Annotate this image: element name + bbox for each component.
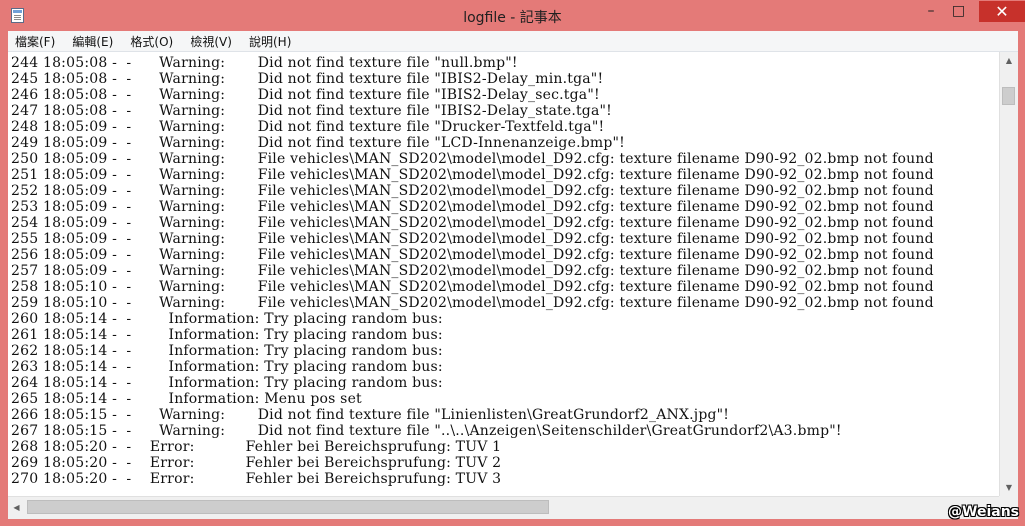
log-line: 245 18:05:08 - - Warning: Did not find t… <box>11 71 604 87</box>
window-title: logfile - 記事本 <box>463 10 562 26</box>
log-line: 258 18:05:10 - - Warning: File vehicles\… <box>11 279 934 295</box>
log-line: 269 18:05:20 - - Error: Fehler bei Berei… <box>11 455 502 471</box>
log-line: 265 18:05:14 - - Information: Menu pos s… <box>11 391 362 407</box>
log-line: 253 18:05:09 - - Warning: File vehicles\… <box>11 199 934 215</box>
maximize-button[interactable]: □ <box>945 1 972 22</box>
log-line: 252 18:05:09 - - Warning: File vehicles\… <box>11 183 934 199</box>
log-line: 248 18:05:09 - - Warning: Did not find t… <box>11 119 605 135</box>
log-line: 268 18:05:20 - - Error: Fehler bei Berei… <box>11 439 502 455</box>
log-line: 246 18:05:08 - - Warning: Did not find t… <box>11 87 600 103</box>
menu-view[interactable]: 檢視(V) <box>183 32 237 53</box>
log-line: 261 18:05:14 - - Information: Try placin… <box>11 327 443 343</box>
log-line: 244 18:05:08 - - Warning: Did not find t… <box>11 55 518 71</box>
log-line: 247 18:05:08 - - Warning: Did not find t… <box>11 103 612 119</box>
log-content[interactable]: 244 18:05:08 - - Warning: Did not find t… <box>8 52 999 487</box>
log-line: 250 18:05:09 - - Warning: File vehicles\… <box>11 151 934 167</box>
menu-format[interactable]: 格式(O) <box>123 32 178 53</box>
log-line: 251 18:05:09 - - Warning: File vehicles\… <box>11 167 934 183</box>
log-line: 264 18:05:14 - - Information: Try placin… <box>11 375 443 391</box>
log-line: 270 18:05:20 - - Error: Fehler bei Berei… <box>11 471 502 487</box>
title-bar[interactable]: logfile - 記事本 – □ ✕ <box>0 0 1025 32</box>
log-line: 260 18:05:14 - - Information: Try placin… <box>11 311 443 327</box>
log-line: 266 18:05:15 - - Warning: Did not find t… <box>11 407 730 423</box>
log-line: 262 18:05:14 - - Information: Try placin… <box>11 343 443 359</box>
close-button[interactable]: ✕ <box>979 1 1025 22</box>
log-line: 255 18:05:09 - - Warning: File vehicles\… <box>11 231 934 247</box>
log-line: 267 18:05:15 - - Warning: Did not find t… <box>11 423 842 439</box>
watermark: @Weians <box>948 504 1019 520</box>
menu-bar: 檔案(F) 編輯(E) 格式(O) 檢視(V) 說明(H) <box>8 31 1018 52</box>
menu-file[interactable]: 檔案(F) <box>8 32 60 53</box>
log-line: 249 18:05:09 - - Warning: Did not find t… <box>11 135 625 151</box>
editor-area[interactable]: 244 18:05:08 - - Warning: Did not find t… <box>8 52 1018 519</box>
log-line: 256 18:05:09 - - Warning: File vehicles\… <box>11 247 934 263</box>
vertical-scrollbar[interactable]: ▲ ▼ <box>999 52 1018 496</box>
horizontal-scrollbar[interactable]: ◀ ▶ <box>8 496 999 519</box>
menu-help[interactable]: 說明(H) <box>242 32 296 53</box>
log-line: 257 18:05:09 - - Warning: File vehicles\… <box>11 263 934 279</box>
text-area[interactable]: 244 18:05:08 - - Warning: Did not find t… <box>8 52 999 496</box>
log-line: 259 18:05:10 - - Warning: File vehicles\… <box>11 295 934 311</box>
arrow-up-icon[interactable]: ▲ <box>1000 52 1018 69</box>
vertical-scroll-thumb[interactable] <box>1002 87 1015 105</box>
notepad-window: logfile - 記事本 – □ ✕ 檔案(F) 編輯(E) 格式(O) 檢視… <box>0 0 1025 526</box>
horizontal-scroll-thumb[interactable] <box>27 500 549 514</box>
minimize-button[interactable]: – <box>918 1 944 22</box>
arrow-down-icon[interactable]: ▼ <box>1000 479 1018 496</box>
log-line: 263 18:05:14 - - Information: Try placin… <box>11 359 443 375</box>
menu-edit[interactable]: 編輯(E) <box>65 32 118 53</box>
log-line: 254 18:05:09 - - Warning: File vehicles\… <box>11 215 934 231</box>
arrow-left-icon[interactable]: ◀ <box>8 499 25 516</box>
